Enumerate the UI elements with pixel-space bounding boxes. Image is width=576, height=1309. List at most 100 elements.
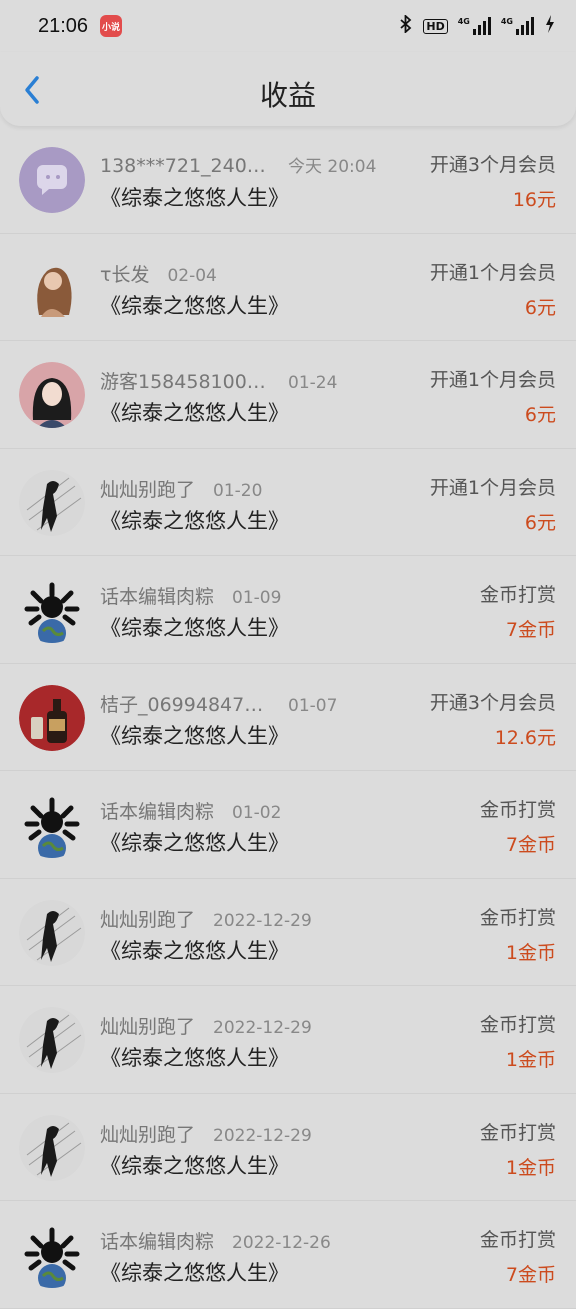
earning-row[interactable]: 桔子_0699484716... 01-07 《综泰之悠悠人生》 开通3个月会员 12.… xyxy=(0,664,576,771)
row-meta: 灿灿别跑了 2022-12-29 xyxy=(100,1012,312,1039)
date: 02-04 xyxy=(167,265,217,286)
earning-type: 开通1个月会员 xyxy=(429,476,556,499)
book-title: 《综泰之悠悠人生》 xyxy=(100,1046,289,1070)
row-meta: 灿灿别跑了 01-20 xyxy=(100,475,262,502)
book-title: 《综泰之悠悠人生》 xyxy=(100,186,289,210)
earning-amount: 1金币 xyxy=(505,941,556,964)
username: 138***721_24038... xyxy=(100,155,270,177)
date: 01-07 xyxy=(288,695,338,716)
row-meta: 138***721_24038... 今天 20:04 xyxy=(100,152,376,177)
date: 01-24 xyxy=(288,373,338,393)
date: 今天 20:04 xyxy=(288,157,377,177)
username: 灿灿别跑了 xyxy=(100,1016,196,1038)
date: 2022-12-29 xyxy=(213,1125,312,1146)
earning-amount: 7金币 xyxy=(505,834,556,856)
avatar[interactable] xyxy=(19,792,85,858)
book-title: 《综泰之悠悠人生》 xyxy=(100,938,289,963)
username: 话本编辑肉粽 xyxy=(100,586,215,608)
earning-amount: 6元 xyxy=(524,404,556,426)
earning-row[interactable]: τ长发 02-04 《综泰之悠悠人生》 开通1个月会员 6元 xyxy=(0,234,576,341)
earning-row[interactable]: 话本编辑肉粽 01-02 《综泰之悠悠人生》 金币打赏 7金币 xyxy=(0,771,576,879)
date: 2022-12-29 xyxy=(213,1018,312,1038)
earning-type: 金币打赏 xyxy=(479,799,556,821)
date: 2022-12-29 xyxy=(213,910,312,931)
earning-type: 开通1个月会员 xyxy=(429,261,556,284)
earning-row[interactable]: 灿灿别跑了 2022-12-29 《综泰之悠悠人生》 金币打赏 1金币 xyxy=(0,1094,576,1201)
earning-amount: 12.6元 xyxy=(494,726,556,749)
earning-row[interactable]: 灿灿别跑了 2022-12-29 《综泰之悠悠人生》 金币打赏 1金币 xyxy=(0,879,576,986)
signal-icon-1: 4G xyxy=(458,17,491,35)
bluetooth-icon xyxy=(399,13,413,37)
row-meta: 话本编辑肉粽 01-09 xyxy=(100,582,281,609)
avatar[interactable] xyxy=(19,254,85,321)
date: 01-02 xyxy=(232,803,282,823)
status-bar: 21:06 小说 HD 4G 4G xyxy=(0,0,576,52)
book-title: 《综泰之悠悠人生》 xyxy=(100,401,289,425)
earning-type: 金币打赏 xyxy=(479,1014,556,1036)
hd-voice-icon: HD xyxy=(423,18,448,34)
app-notification-icon: 小说 xyxy=(100,15,123,37)
earning-type: 开通3个月会员 xyxy=(429,691,556,714)
avatar[interactable] xyxy=(19,899,85,966)
status-time: 21:06 xyxy=(38,14,89,37)
username: 话本编辑肉粽 xyxy=(100,1231,215,1253)
status-icons: HD 4G 4G xyxy=(399,13,556,38)
date: 01-20 xyxy=(213,480,263,501)
earning-row[interactable]: 138***721_24038... 今天 20:04 《综泰之悠悠人生》 开通3个月… xyxy=(0,126,576,234)
earning-type: 金币打赏 xyxy=(479,1121,556,1144)
username: 游客15845810021... xyxy=(100,371,270,393)
earning-row[interactable]: 话本编辑肉粽 01-09 《综泰之悠悠人生》 金币打赏 7金币 xyxy=(0,556,576,664)
book-title: 《综泰之悠悠人生》 xyxy=(100,508,289,533)
avatar[interactable] xyxy=(19,147,85,213)
row-meta: 灿灿别跑了 2022-12-29 xyxy=(100,1120,312,1147)
earning-amount: 7金币 xyxy=(505,619,556,641)
earning-row[interactable]: 灿灿别跑了 2022-12-29 《综泰之悠悠人生》 金币打赏 1金币 xyxy=(0,986,576,1094)
username: 灿灿别跑了 xyxy=(100,1123,196,1146)
earning-row[interactable]: 灿灿别跑了 01-20 《综泰之悠悠人生》 开通1个月会员 6元 xyxy=(0,449,576,556)
book-title: 《综泰之悠悠人生》 xyxy=(100,616,289,640)
username: 灿灿别跑了 xyxy=(100,478,196,501)
earning-row[interactable]: 话本编辑肉粽 2022-12-26 《综泰之悠悠人生》 金币打赏 7金币 xyxy=(0,1201,576,1309)
earning-row[interactable]: 游客15845810021... 01-24 《综泰之悠悠人生》 开通1个月会员 6元 xyxy=(0,341,576,449)
signal-icon-2: 4G xyxy=(501,17,534,35)
avatar[interactable] xyxy=(19,362,85,428)
earning-amount: 7金币 xyxy=(505,1264,556,1286)
avatar[interactable] xyxy=(19,1114,85,1181)
page-title: 收益 xyxy=(259,79,316,112)
battery-charging-icon xyxy=(544,14,556,38)
header-bar: 收益 xyxy=(0,52,576,126)
book-title: 《综泰之悠悠人生》 xyxy=(100,723,289,748)
username: 桔子_0699484716... xyxy=(100,693,270,716)
row-meta: τ长发 02-04 xyxy=(100,260,217,287)
earning-type: 金币打赏 xyxy=(479,906,556,929)
book-title: 《综泰之悠悠人生》 xyxy=(100,831,289,855)
avatar[interactable] xyxy=(19,469,85,536)
earning-type: 开通3个月会员 xyxy=(429,154,556,176)
book-title: 《综泰之悠悠人生》 xyxy=(100,1153,289,1178)
earning-amount: 1金币 xyxy=(505,1156,556,1179)
earnings-list[interactable]: 138***721_24038...今天 20:04《综泰之悠悠人生》开通3个月… xyxy=(0,126,576,1309)
earning-amount: 1金币 xyxy=(505,1049,556,1071)
avatar[interactable] xyxy=(19,684,85,751)
book-title: 《综泰之悠悠人生》 xyxy=(100,293,289,318)
username: τ长发 xyxy=(100,263,150,286)
earning-amount: 16元 xyxy=(512,189,556,211)
row-meta: 话本编辑肉粽 01-02 xyxy=(100,797,281,824)
username: 灿灿别跑了 xyxy=(100,908,196,931)
earning-type: 金币打赏 xyxy=(479,584,556,606)
row-meta: 桔子_0699484716... 01-07 xyxy=(100,690,337,717)
earning-type: 开通1个月会员 xyxy=(429,369,556,391)
avatar[interactable] xyxy=(19,577,85,643)
earning-type: 金币打赏 xyxy=(479,1229,556,1251)
date: 2022-12-26 xyxy=(232,1233,331,1253)
earning-amount: 6元 xyxy=(524,296,556,319)
earning-amount: 6元 xyxy=(524,511,556,534)
avatar[interactable] xyxy=(19,1007,85,1073)
row-meta: 话本编辑肉粽 2022-12-26 xyxy=(100,1227,331,1254)
row-meta: 游客15845810021... 01-24 xyxy=(100,367,337,394)
avatar[interactable] xyxy=(19,1222,85,1288)
book-title: 《综泰之悠悠人生》 xyxy=(100,1261,289,1285)
username: 话本编辑肉粽 xyxy=(100,801,215,823)
row-meta: 灿灿别跑了 2022-12-29 xyxy=(100,905,312,932)
date: 01-09 xyxy=(232,588,282,608)
